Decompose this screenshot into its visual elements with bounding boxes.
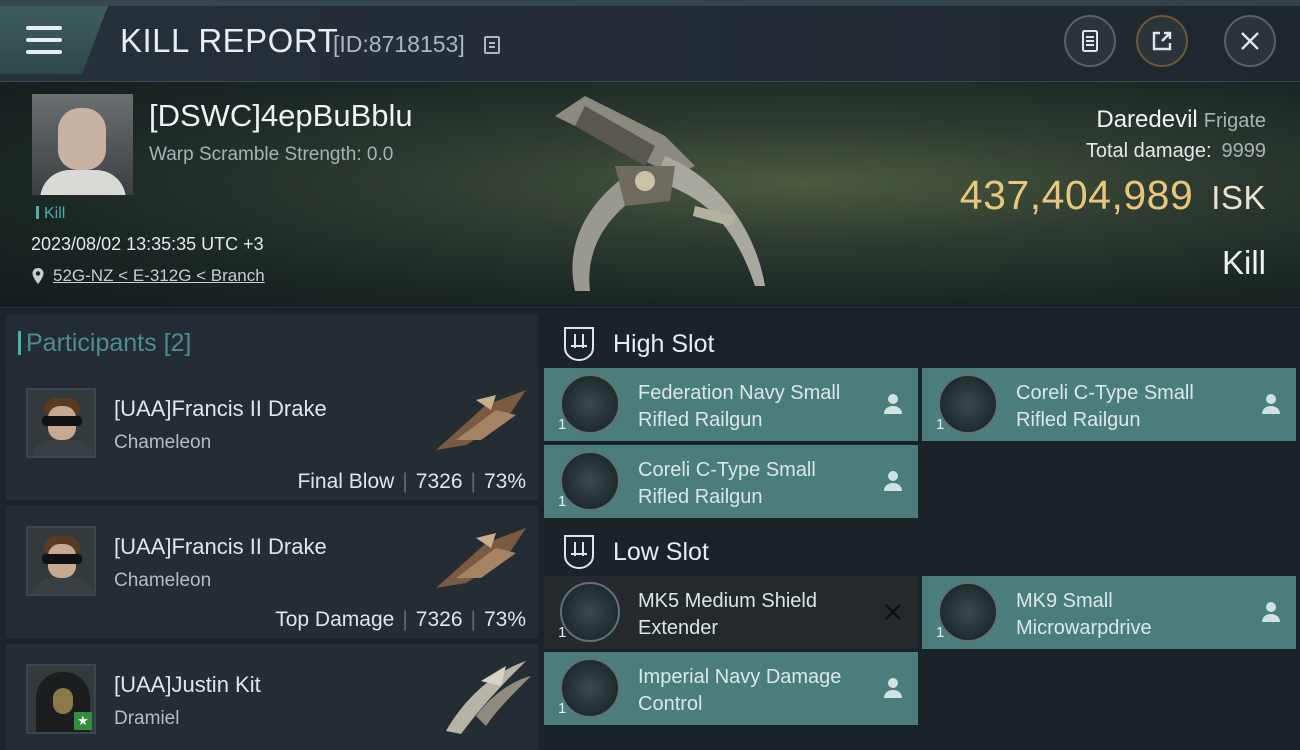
share-button[interactable] [1136,15,1188,67]
kill-datetime: 2023/08/02 13:35:35 UTC +3 [31,234,264,254]
participants-panel: Participants [2] [UAA]Francis II Drake C… [0,310,540,750]
total-damage: Total damage: 9999 [1086,140,1266,163]
module-slot[interactable]: 1 Federation Navy Small Rifled Railgun [544,368,918,441]
total-damage-value: 9999 [1221,140,1267,162]
notes-icon [1082,30,1098,52]
module-qty: 1 [558,700,567,717]
star-badge-icon: ★ [74,712,92,730]
isk-value: 437,404,989 ISK [960,172,1266,219]
low-slot-title: Low Slot [613,538,709,566]
share-icon [1152,31,1172,51]
participant-stats: Final Blow | 7326 | 73% [297,470,526,493]
participant-ship-image [446,661,531,734]
participant-name: [UAA]Francis II Drake [114,534,327,559]
module-qty: 1 [936,416,945,433]
header-bar: KILL REPORT [ID:8718153] [0,0,1300,82]
module-name: MK5 Medium Shield Extender [638,590,817,639]
microwarpdrive-icon [938,582,998,642]
person-icon [884,394,902,414]
module-name: MK9 Small Microwarpdrive [1016,590,1152,639]
participant-avatar[interactable] [26,388,96,458]
victim-ship[interactable]: Daredevil Frigate [1096,106,1266,134]
participant-ship: Dramiel [114,708,180,729]
damage-control-icon [560,658,620,718]
module-slot[interactable]: 1 MK5 Medium Shield Extender [544,576,918,649]
page-title: KILL REPORT [120,22,339,59]
participants-header: Participants [2] [6,314,538,370]
slot-icon [564,535,594,570]
participant-role: Final Blow [297,470,395,493]
module-name: Coreli C-Type Small Rifled Railgun [638,459,816,508]
high-slot-title: High Slot [613,330,715,358]
victim-banner: [DSWC]4epBuBblu Warp Scramble Strength: … [0,82,1300,308]
participant-name: [UAA]Francis II Drake [114,396,327,421]
module-name: Federation Navy Small Rifled Railgun [638,382,841,431]
victim-ship-image [555,96,765,291]
report-id: [ID:8718153] [333,31,465,57]
warp-scramble-strength: Warp Scramble Strength: 0.0 [149,144,394,165]
person-icon [884,471,902,491]
isk-unit: ISK [1211,179,1266,216]
participant-avatar[interactable] [26,526,96,596]
victim-avatar[interactable] [32,94,133,195]
participant-stats: Top Damage | 7326 | 73% [275,608,526,631]
module-slot[interactable]: 1 MK9 Small Microwarpdrive [922,576,1296,649]
person-icon [1262,602,1280,622]
participants-label: Participants [2] [17,329,192,357]
module-qty: 1 [558,416,567,433]
victim-name[interactable]: [DSWC]4epBuBblu [149,98,413,134]
menu-icon [26,26,62,54]
participant-card[interactable]: [UAA]Francis II Drake Chameleon Top Dama… [6,506,538,638]
slot-icon [564,327,594,362]
module-name: Imperial Navy Damage Control [638,666,842,715]
railgun-icon [938,374,998,434]
participant-ship: Chameleon [114,432,212,453]
participant-ship: Chameleon [114,570,212,591]
participant-card[interactable]: [UAA]Francis II Drake Chameleon Final Bl… [6,368,538,500]
copy-icon[interactable] [484,36,500,54]
menu-button[interactable] [0,6,108,74]
module-qty: 1 [558,493,567,510]
module-slot[interactable]: 1 Imperial Navy Damage Control [544,652,918,725]
module-slot[interactable]: 1 Coreli C-Type Small Rifled Railgun [922,368,1296,441]
railgun-icon [560,374,620,434]
participant-damage: 7326 [415,608,463,631]
close-button[interactable] [1224,15,1276,67]
participant-damage: 7326 [415,470,463,493]
fitting-panel: High Slot 1 Federation Navy Small Rifled… [540,310,1300,750]
report-result: Kill [1221,244,1266,281]
participant-percent: 73% [483,608,526,631]
module-qty: 1 [936,624,945,641]
participant-name: [UAA]Justin Kit [114,672,261,697]
railgun-icon [560,451,620,511]
location-link[interactable]: 52G-NZ < E-312G < Branch [53,266,265,286]
participant-ship-image [436,528,526,588]
participant-avatar[interactable]: ★ [26,664,96,734]
notes-button[interactable] [1064,15,1116,67]
participant-card[interactable]: ★ [UAA]Justin Kit Dramiel [6,644,538,750]
kill-tag: Kill [36,205,65,223]
cross-icon [885,604,901,620]
close-icon [1241,32,1259,50]
ship-name: Daredevil [1096,106,1198,133]
participants-count: [2] [163,329,192,357]
kill-location[interactable]: 52G-NZ < E-312G < Branch [31,266,265,286]
ship-class: Frigate [1203,110,1266,132]
pin-icon [32,268,44,284]
participant-role: Top Damage [275,608,395,631]
participant-percent: 73% [483,470,526,493]
module-slot[interactable]: 1 Coreli C-Type Small Rifled Railgun [544,445,918,518]
high-slot-header: High Slot [540,314,1300,370]
shield-extender-icon [560,582,620,642]
participant-ship-image [436,390,526,450]
module-qty: 1 [558,624,567,641]
module-name: Coreli C-Type Small Rifled Railgun [1016,382,1194,431]
total-damage-label: Total damage: [1085,140,1212,162]
isk-amount: 437,404,989 [959,172,1194,218]
person-icon [1262,394,1280,414]
person-icon [884,678,902,698]
low-slot-header: Low Slot [540,522,1300,578]
